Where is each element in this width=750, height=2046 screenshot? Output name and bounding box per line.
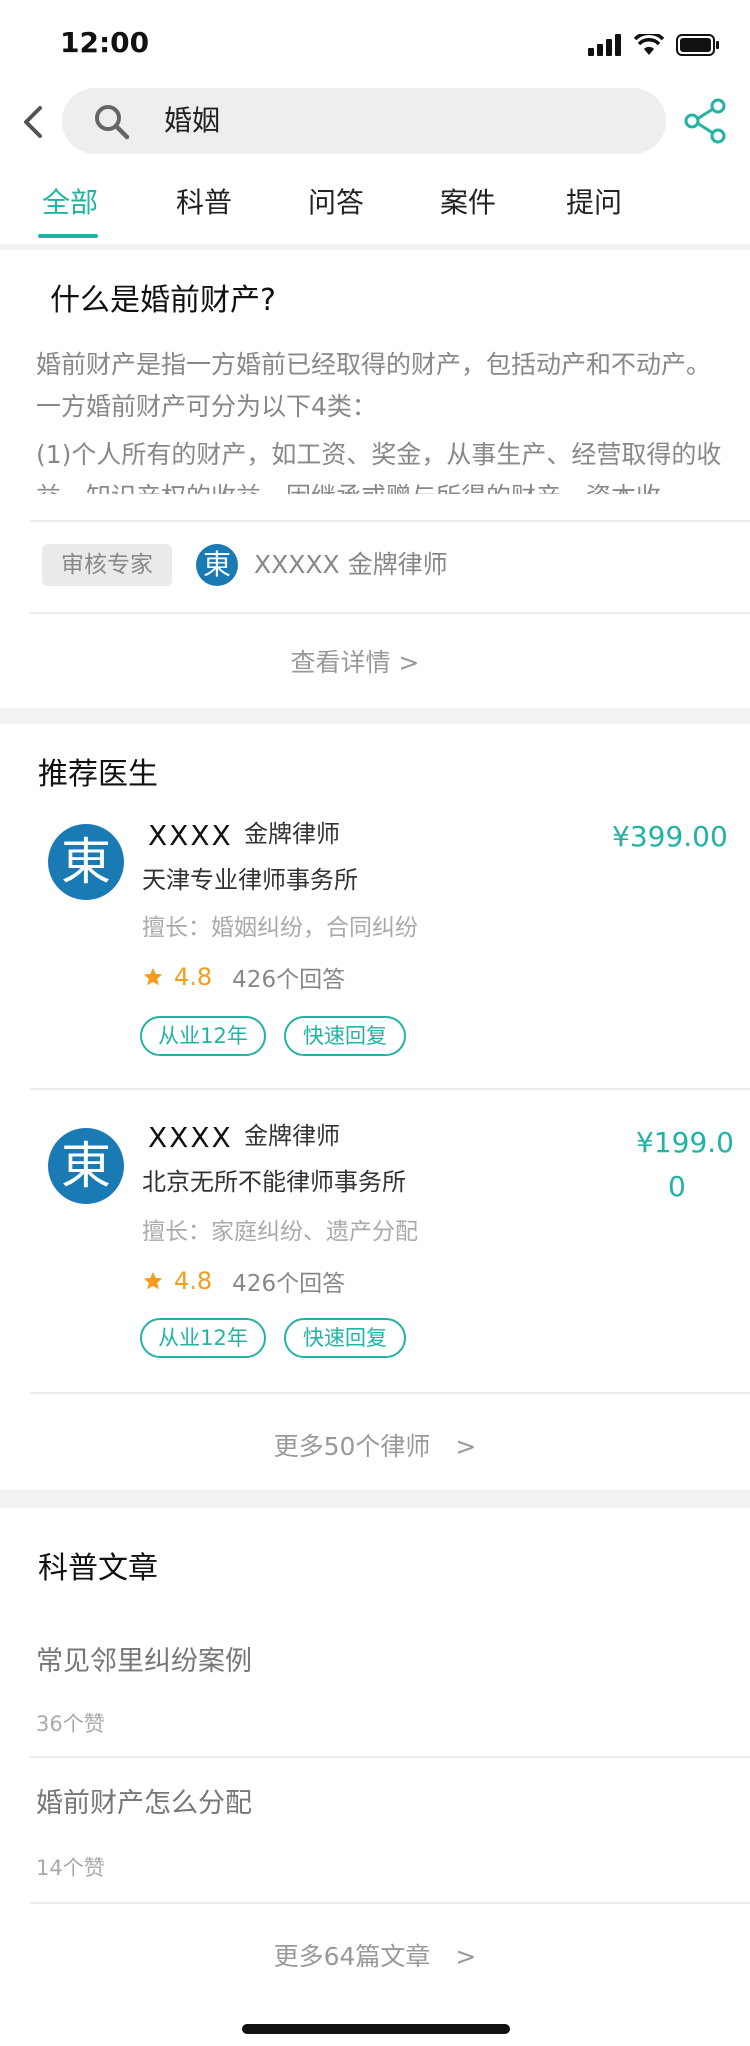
section-divider: [0, 708, 750, 724]
star-icon: [143, 1271, 163, 1290]
tab-all[interactable]: 全部: [42, 186, 98, 220]
lawyer-firm: 天津专业律师事务所: [142, 866, 358, 894]
lawyer-firm: 北京无所不能律师事务所: [142, 1168, 406, 1196]
rating-value: 4.8: [174, 1267, 213, 1295]
lawyer-card[interactable]: 東 XXXX 金牌律师 天津专业律师事务所 擅长：婚姻纠纷，合同纠纷 4.8 4…: [0, 816, 750, 1086]
article-item-title[interactable]: 常见邻里纠纷案例: [36, 1642, 252, 1682]
lawyer-avatar: 東: [48, 1128, 124, 1204]
section-divider: [0, 1490, 750, 1508]
section-divider: [0, 244, 750, 250]
divider: [30, 1902, 750, 1904]
answer-count: 426个回答: [232, 1271, 346, 1297]
tab-indicator: [38, 234, 98, 238]
science-articles-title: 科普文章: [38, 1551, 158, 1586]
share-button[interactable]: [680, 96, 730, 146]
lawyer-name: XXXX: [148, 1121, 233, 1154]
quick-reply-tag: 快速回复: [284, 1318, 406, 1358]
article-body: 婚前财产是指一方婚前已经取得的财产，包括动产和不动产。一方婚前财产可分为以下4类…: [36, 344, 726, 494]
view-details-link[interactable]: 查看详情 >: [0, 644, 710, 682]
more-articles-link[interactable]: 更多64篇文章 >: [0, 1938, 750, 1976]
recommended-title: 推荐医生: [38, 757, 158, 792]
share-icon: [684, 98, 726, 144]
divider: [30, 1392, 750, 1394]
tab-science[interactable]: 科普: [176, 186, 232, 220]
article-paragraph: (1)个人所有的财产，如工资、奖金，从事生产、经营取得的收益，知识产权的收益，因…: [36, 440, 722, 494]
reviewer-badge: 审核专家: [42, 544, 172, 586]
signal-icon: [588, 34, 621, 56]
star-icon: [143, 967, 163, 986]
article-item-title[interactable]: 婚前财产怎么分配: [36, 1784, 252, 1824]
divider: [30, 1088, 750, 1090]
reviewer-name: XXXXX 金牌律师: [254, 550, 448, 579]
tab-cases[interactable]: 案件: [440, 186, 496, 220]
article-item-likes: 36个赞: [36, 1712, 105, 1736]
article-title[interactable]: 什么是婚前财产?: [50, 280, 276, 322]
battery-icon: [676, 34, 719, 56]
article-paragraph: 婚前财产是指一方婚前已经取得的财产，包括动产和不动产。一方婚前财产可分为以下4类…: [36, 350, 712, 421]
reviewer-avatar: 東: [196, 544, 238, 586]
lawyer-price-cont: 0: [668, 1170, 686, 1203]
search-query: 婚姻: [164, 104, 221, 137]
quick-reply-tag: 快速回复: [284, 1016, 406, 1056]
experience-tag: 从业12年: [140, 1318, 266, 1358]
rating-value: 4.8: [174, 963, 213, 991]
divider: [30, 520, 750, 522]
experience-tag: 从业12年: [140, 1016, 266, 1056]
search-icon: [90, 100, 134, 144]
back-arrow-icon: [24, 106, 42, 138]
lawyer-name: XXXX: [148, 819, 233, 852]
more-lawyers-link[interactable]: 更多50个律师 >: [0, 1428, 750, 1466]
status-time: 12:00: [60, 26, 150, 59]
home-indicator[interactable]: [242, 2024, 510, 2034]
lawyer-title: 金牌律师: [244, 820, 340, 848]
tab-qa[interactable]: 问答: [308, 186, 364, 220]
divider: [30, 612, 750, 614]
lawyer-specialty: 擅长：家庭纠纷、遗产分配: [142, 1219, 418, 1245]
rating-row: 4.8 426个回答: [142, 1264, 345, 1298]
tab-ask[interactable]: 提问: [566, 186, 622, 220]
rating-row: 4.8 426个回答: [142, 960, 345, 994]
answer-count: 426个回答: [232, 967, 346, 993]
lawyer-title: 金牌律师: [244, 1122, 340, 1150]
divider: [30, 1756, 750, 1758]
lawyer-card[interactable]: 東 XXXX 金牌律师 北京无所不能律师事务所 擅长：家庭纠纷、遗产分配 4.8…: [0, 1118, 750, 1388]
wifi-icon: [634, 34, 664, 55]
search-input[interactable]: [62, 88, 666, 154]
article-item-likes: 14个赞: [36, 1856, 105, 1880]
status-icons: [588, 30, 720, 60]
back-button[interactable]: [14, 98, 54, 146]
lawyer-avatar: 東: [48, 824, 124, 900]
lawyer-specialty: 擅长：婚姻纠纷，合同纠纷: [142, 915, 418, 941]
lawyer-price: ¥199.0: [636, 1126, 734, 1159]
lawyer-price: ¥399.00: [612, 820, 728, 853]
